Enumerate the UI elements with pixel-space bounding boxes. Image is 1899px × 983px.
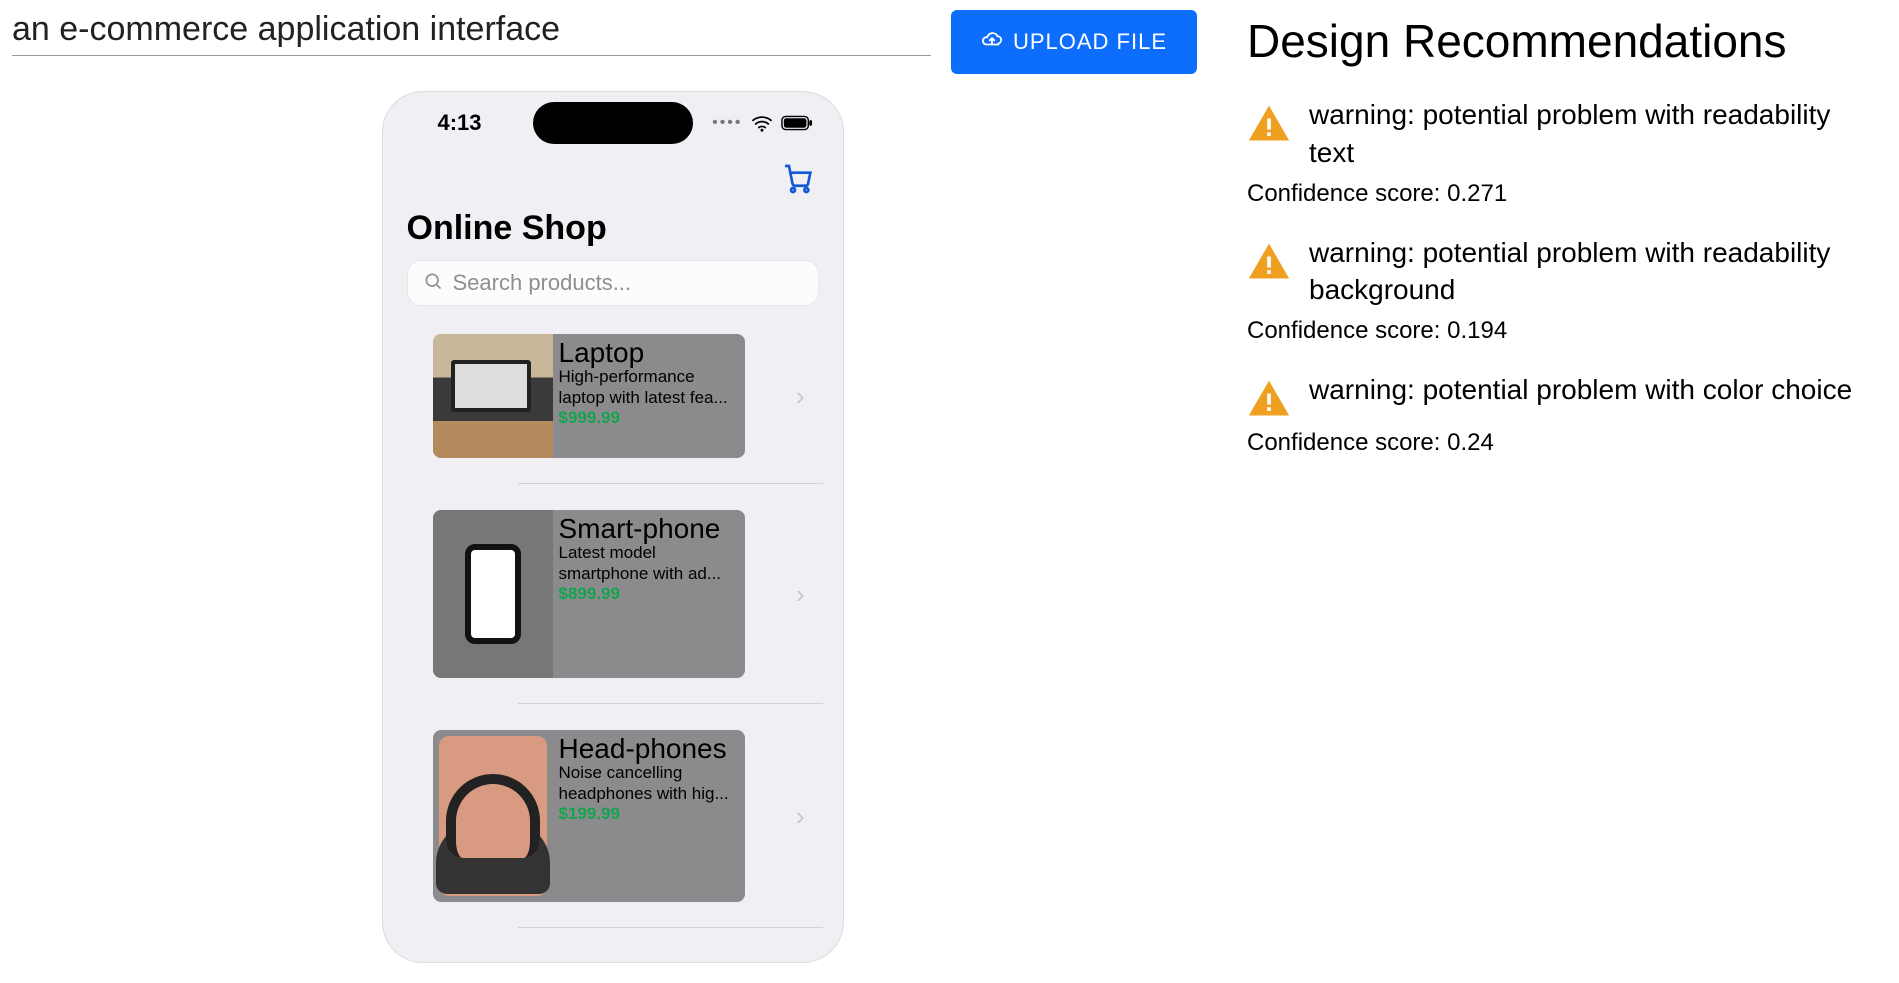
product-name: Laptop [559, 338, 737, 367]
prompt-field-wrap [12, 10, 931, 56]
dynamic-island [533, 102, 693, 144]
product-info: Head-phones Noise cancelling headphones … [553, 730, 745, 902]
recommendation-score: Confidence score: 0.271 [1247, 180, 1869, 208]
prompt-input[interactable] [12, 10, 931, 49]
product-description: Noise cancelling headphones with hig... [559, 763, 737, 804]
product-name: Head-phones [559, 734, 737, 763]
cart-icon[interactable] [781, 162, 813, 199]
shop-title: Online Shop [383, 199, 843, 260]
recommendation-text: warning: potential problem with color ch… [1309, 371, 1852, 409]
upload-file-label: UPLOAD FILE [1013, 29, 1167, 55]
product-card: Smart-phone Latest model smartphone with… [433, 510, 745, 678]
chevron-right-icon: › [766, 579, 819, 610]
status-right: •••• [712, 114, 812, 132]
warning-icon [1247, 102, 1291, 146]
search-field-wrap[interactable] [407, 260, 819, 306]
wifi-icon [751, 114, 773, 132]
recommendation-score: Confidence score: 0.194 [1247, 317, 1869, 345]
battery-icon [781, 115, 813, 131]
recommendation-item: warning: potential problem with readabil… [1247, 96, 1869, 208]
search-icon [423, 271, 443, 296]
upload-file-button[interactable]: UPLOAD FILE [951, 10, 1197, 74]
product-card: Head-phones Noise cancelling headphones … [433, 730, 745, 902]
product-row[interactable]: Laptop High-performance laptop with late… [433, 334, 819, 458]
product-price: $899.99 [559, 584, 737, 604]
product-image-smartphone [433, 510, 553, 678]
product-image-headphones [439, 736, 547, 896]
phone-mockup: 4:13 •••• Online Shop [383, 92, 843, 962]
product-row[interactable]: Smart-phone Latest model smartphone with… [433, 510, 819, 678]
product-name: Smart-phone [559, 514, 737, 543]
product-info: Smart-phone Latest model smartphone with… [553, 510, 745, 678]
left-panel: UPLOAD FILE 4:13 •••• [0, 0, 1225, 983]
warning-icon [1247, 377, 1291, 421]
cellular-dots-icon: •••• [712, 114, 742, 132]
recommendation-item: warning: potential problem with color ch… [1247, 371, 1869, 457]
recommendation-text: warning: potential problem with readabil… [1309, 96, 1869, 172]
product-description: High-performance laptop with latest fea.… [559, 367, 737, 408]
top-row: UPLOAD FILE [0, 10, 1225, 74]
product-description: Latest model smartphone with ad... [559, 543, 737, 584]
warning-icon [1247, 240, 1291, 284]
recommendation-text: warning: potential problem with readabil… [1309, 234, 1869, 310]
cart-row [383, 140, 843, 199]
status-bar: 4:13 •••• [383, 92, 843, 140]
recommendations-title: Design Recommendations [1247, 14, 1869, 68]
product-image-laptop [433, 334, 553, 458]
phone-preview-area: 4:13 •••• Online Shop [0, 74, 1225, 962]
recommendation-item: warning: potential problem with readabil… [1247, 234, 1869, 346]
product-price: $199.99 [559, 804, 737, 824]
recommendation-score: Confidence score: 0.24 [1247, 429, 1869, 457]
product-info: Laptop High-performance laptop with late… [553, 334, 745, 458]
recommendations-panel: Design Recommendations warning: potentia… [1225, 0, 1899, 983]
product-price: $999.99 [559, 408, 737, 428]
product-row[interactable]: Head-phones Noise cancelling headphones … [433, 730, 819, 902]
product-list: Laptop High-performance laptop with late… [383, 306, 843, 902]
status-time: 4:13 [438, 110, 482, 136]
chevron-right-icon: › [766, 801, 819, 832]
cloud-upload-icon [981, 28, 1003, 56]
chevron-right-icon: › [766, 381, 819, 412]
product-card: Laptop High-performance laptop with late… [433, 334, 745, 458]
search-input[interactable] [453, 270, 803, 296]
